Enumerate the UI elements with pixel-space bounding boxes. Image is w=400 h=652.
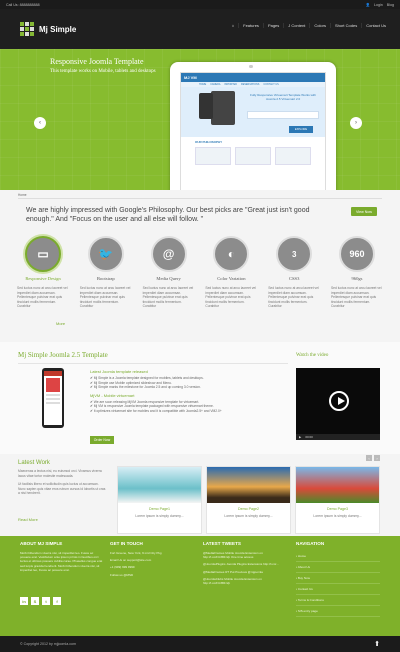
- twitter-icon[interactable]: t: [42, 597, 50, 605]
- footer-nav-buy[interactable]: Buy Now: [296, 573, 380, 584]
- grid-960-icon: 960: [338, 236, 375, 272]
- footer-nav-home[interactable]: Home: [296, 551, 380, 562]
- feature-bootstrap[interactable]: 🐦 Bootstrap Sed luctus nunc at arcu laor…: [78, 236, 134, 309]
- intro-quote: We are highly impressed with Google's Ph…: [26, 207, 310, 223]
- latest-work-text: Maecenas a lectus nisi, eu euismod orci.…: [18, 469, 106, 496]
- read-more-link[interactable]: Read More: [18, 517, 38, 522]
- logo-mark-icon: [20, 22, 34, 36]
- nav-colors[interactable]: Colors: [309, 23, 330, 28]
- hero-subtitle: This template works on Mobile, tablets a…: [50, 69, 156, 74]
- footer-nav-sis[interactable]: SIS entry page: [296, 606, 380, 617]
- css3-icon: 3: [276, 236, 313, 272]
- view-now-button[interactable]: View Now: [351, 207, 377, 216]
- screen-headline: Fully Responsive Virtuemart Template Wor…: [250, 93, 316, 101]
- slider-prev-icon[interactable]: ‹: [34, 117, 46, 129]
- screen-philosophy: OUR PHILOSOPHY: [195, 140, 223, 144]
- feature-960gs[interactable]: 960 960gs Sed luctus nunc at arcu laoree…: [329, 236, 385, 309]
- blog-link[interactable]: Blog: [387, 3, 394, 7]
- video-time: 00:00: [305, 435, 313, 439]
- monitor-icon: ▭: [25, 236, 61, 272]
- feature-color-variation[interactable]: ◐ Color Variation Sed luctus nunc at arc…: [203, 236, 259, 309]
- demo-card[interactable]: Demo Page3 Lorem ipsum is simply dummy..…: [295, 466, 380, 534]
- tablet-screen: MJ VM HOME CAMERA IMPORTED RESERVATIONS CONT…: [180, 72, 326, 194]
- back-to-top-icon[interactable]: ⬆: [374, 640, 380, 648]
- demo-card[interactable]: Demo Page2 Lorem ipsum is simply dummy..…: [206, 466, 291, 534]
- nav-jcontent[interactable]: J Content: [283, 23, 309, 28]
- phone-image: [199, 93, 213, 119]
- at-icon: @: [150, 236, 187, 272]
- nav-shortcodes[interactable]: Short Codes: [329, 23, 361, 28]
- product-title: Mj Simple Joomla 2.5 Template: [18, 351, 108, 359]
- more-link[interactable]: More: [56, 321, 65, 326]
- footer-about: ABOUT MJ SIMPLE Morbi bibendum viverra n…: [20, 541, 103, 572]
- slider-next-icon[interactable]: ›: [350, 117, 362, 129]
- copyright-text: © Copyright 2012 by mjjoomla.com: [20, 642, 76, 646]
- user-icon: 👤: [365, 2, 370, 7]
- phone-image: [211, 91, 235, 125]
- call-us-text: Call Us: 8888888888: [6, 2, 40, 7]
- demo-image: [207, 467, 290, 503]
- feature-css3[interactable]: 3 CSS3 Sed luctus nunc at arcu laoreet v…: [266, 236, 322, 309]
- tablet-mockup: MJ VM HOME CAMERA IMPORTED RESERVATIONS CONT…: [170, 62, 336, 194]
- header: Mj Simple: [0, 9, 400, 49]
- nav-contact[interactable]: Contact Us: [361, 23, 390, 28]
- skype-icon[interactable]: S: [31, 597, 39, 605]
- breadcrumb[interactable]: Home: [18, 193, 27, 197]
- linkedin-icon[interactable]: in: [20, 597, 28, 605]
- play-control-icon[interactable]: ▶: [299, 435, 301, 439]
- login-link[interactable]: Login: [374, 3, 383, 7]
- palette-icon: ◐: [213, 236, 250, 272]
- demo-image: [118, 467, 201, 503]
- demo-card[interactable]: Demo Page1 Lorem ipsum is simply dummy..…: [117, 466, 202, 534]
- features-row: ▭ Responsive Design Sed luctus nunc at a…: [15, 236, 385, 309]
- pager-prev-icon[interactable]: ‹: [366, 455, 372, 461]
- hero-title: Responsive Joomla Template: [50, 57, 144, 66]
- screen-explore-button: EXPLORE: [289, 126, 313, 133]
- pager-next-icon[interactable]: ›: [374, 455, 380, 461]
- latest-work-title: Latest Work: [18, 460, 50, 466]
- video-player[interactable]: ▶ 00:00: [296, 368, 380, 440]
- footer-navigation: NAVIGATION Home About Us Buy Now Contact…: [296, 541, 380, 617]
- bird-icon: 🐦: [87, 236, 124, 272]
- social-icons: in S t f: [20, 597, 61, 605]
- play-icon[interactable]: [329, 391, 349, 411]
- feature-media-query[interactable]: @ Media Query Sed luctus nunc at arcu la…: [141, 236, 197, 309]
- home-icon[interactable]: ⌂: [228, 23, 238, 28]
- footer-tweets: LATEST TWEETS @MediaFrames Mobile Joomla…: [203, 541, 279, 586]
- carousel-pager: ‹ ›: [366, 455, 380, 461]
- footer-nav-terms[interactable]: Terms & Conditions: [296, 595, 380, 606]
- product-list: Latest Joomla template released Mj Simpl…: [90, 369, 290, 414]
- screen-brand: MJ VM: [181, 73, 325, 82]
- tablet-product-image: [42, 368, 64, 428]
- page: Call Us: 8888888888 👤 Login Blog Mj Simp…: [0, 0, 400, 652]
- top-bar: Call Us: 8888888888 👤 Login Blog: [0, 0, 400, 9]
- nav-pages[interactable]: Pages: [262, 23, 283, 28]
- main-nav: ⌂ Features Pages J Content Colors Short …: [228, 23, 390, 28]
- nav-features[interactable]: Features: [238, 23, 263, 28]
- video-title: Watch the video: [296, 353, 329, 358]
- logo-text: Mj Simple: [39, 24, 77, 34]
- facebook-icon[interactable]: f: [53, 597, 61, 605]
- footer-nav-contact[interactable]: Contact Us: [296, 584, 380, 595]
- demo-image: [296, 467, 379, 503]
- footer-nav-about[interactable]: About Us: [296, 562, 380, 573]
- feature-responsive[interactable]: ▭ Responsive Design Sed luctus nunc at a…: [15, 236, 71, 309]
- copyright-bar: © Copyright 2012 by mjjoomla.com ⬆: [0, 636, 400, 652]
- footer-contact: GET IN TOUCH Fort Greene, New York, 9 mi…: [110, 541, 162, 577]
- logo[interactable]: Mj Simple: [20, 22, 76, 36]
- order-now-button[interactable]: Order Now: [90, 436, 114, 444]
